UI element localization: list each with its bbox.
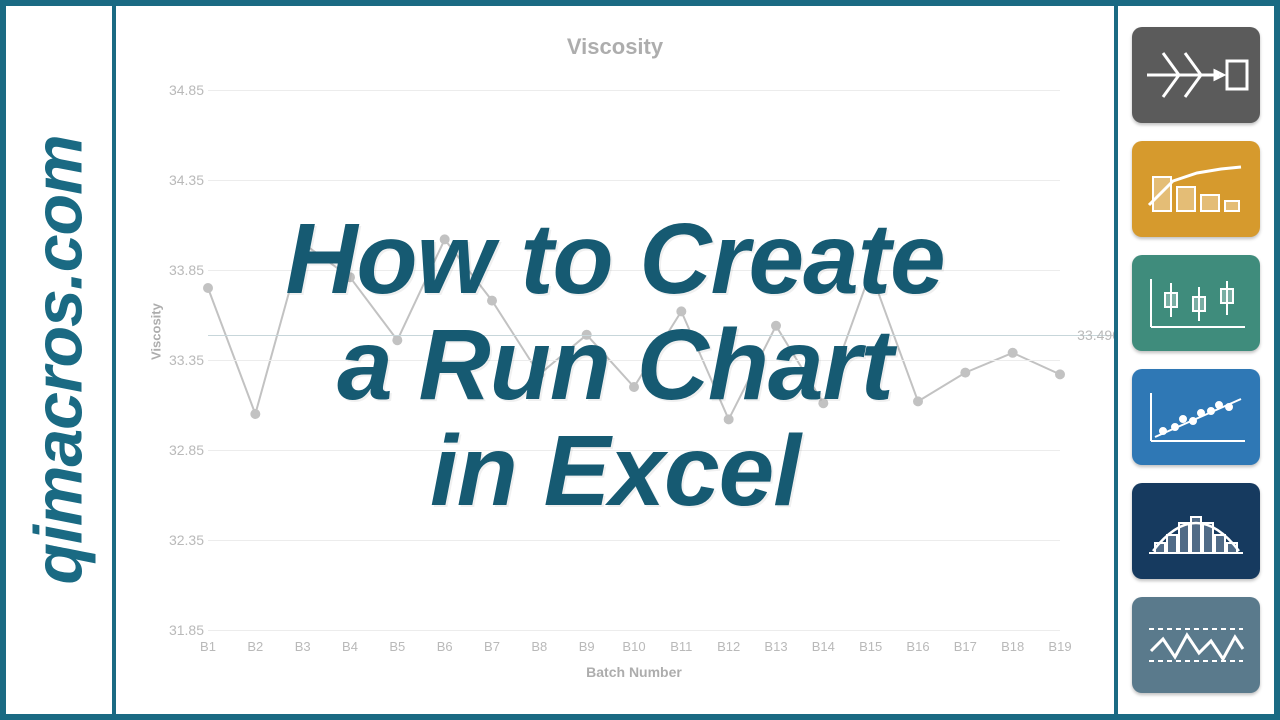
brand-url: qimacros.com [20, 135, 98, 584]
plot-area: Viscosity Batch Number 31.8532.3532.8533… [208, 90, 1060, 630]
data-point [771, 321, 781, 331]
gridline [208, 360, 1060, 361]
data-point [203, 283, 213, 293]
y-tick-label: 33.35 [160, 352, 204, 368]
data-point [676, 306, 686, 316]
runchart-icon[interactable] [1132, 597, 1260, 693]
x-tick-label: B13 [762, 639, 790, 654]
y-tick-label: 32.85 [160, 442, 204, 458]
boxplot-icon[interactable] [1132, 255, 1260, 351]
x-tick-label: B6 [431, 639, 459, 654]
run-chart: Viscosity Viscosity Batch Number 31.8532… [150, 34, 1080, 694]
data-point [818, 398, 828, 408]
x-tick-label: B7 [478, 639, 506, 654]
data-point [298, 238, 308, 248]
x-tick-label: B8 [525, 639, 553, 654]
x-tick-label: B17 [951, 639, 979, 654]
data-point [250, 409, 260, 419]
x-tick-label: B11 [667, 639, 695, 654]
chart-type-sidebar [1114, 6, 1274, 714]
x-tick-label: B3 [289, 639, 317, 654]
x-tick-label: B10 [620, 639, 648, 654]
median-line [208, 335, 1114, 336]
data-point [629, 382, 639, 392]
y-tick-label: 31.85 [160, 622, 204, 638]
data-point [1055, 369, 1065, 379]
x-tick-label: B9 [573, 639, 601, 654]
y-tick-label: 33.85 [160, 262, 204, 278]
gridline [208, 90, 1060, 91]
data-point [913, 396, 923, 406]
gridline [208, 450, 1060, 451]
data-point [487, 296, 497, 306]
gridline [208, 270, 1060, 271]
x-tick-label: B5 [383, 639, 411, 654]
data-point [1008, 348, 1018, 358]
x-tick-label: B19 [1046, 639, 1074, 654]
x-tick-label: B1 [194, 639, 222, 654]
y-tick-label: 34.35 [160, 172, 204, 188]
x-tick-label: B15 [857, 639, 885, 654]
gridline [208, 630, 1060, 631]
data-point [345, 272, 355, 282]
x-tick-label: B2 [241, 639, 269, 654]
data-point [724, 414, 734, 424]
x-tick-label: B12 [715, 639, 743, 654]
chart-panel: Viscosity Viscosity Batch Number 31.8532… [116, 6, 1114, 714]
pareto-icon[interactable] [1132, 141, 1260, 237]
data-point [392, 335, 402, 345]
data-point [960, 368, 970, 378]
x-tick-label: B14 [809, 639, 837, 654]
x-tick-label: B4 [336, 639, 364, 654]
x-tick-label: B18 [999, 639, 1027, 654]
data-point [440, 234, 450, 244]
gridline [208, 180, 1060, 181]
y-tick-label: 32.35 [160, 532, 204, 548]
thumbnail-frame: qimacros.com Viscosity Viscosity Batch N… [0, 0, 1280, 720]
x-axis-label: Batch Number [586, 664, 682, 680]
scatter-icon[interactable] [1132, 369, 1260, 465]
data-point [534, 369, 544, 379]
chart-title: Viscosity [150, 34, 1080, 60]
histogram-icon[interactable] [1132, 483, 1260, 579]
fishbone-icon[interactable] [1132, 27, 1260, 123]
y-tick-label: 34.85 [160, 82, 204, 98]
x-tick-label: B16 [904, 639, 932, 654]
gridline [208, 540, 1060, 541]
brand-sidebar: qimacros.com [6, 6, 116, 714]
data-point [866, 267, 876, 277]
